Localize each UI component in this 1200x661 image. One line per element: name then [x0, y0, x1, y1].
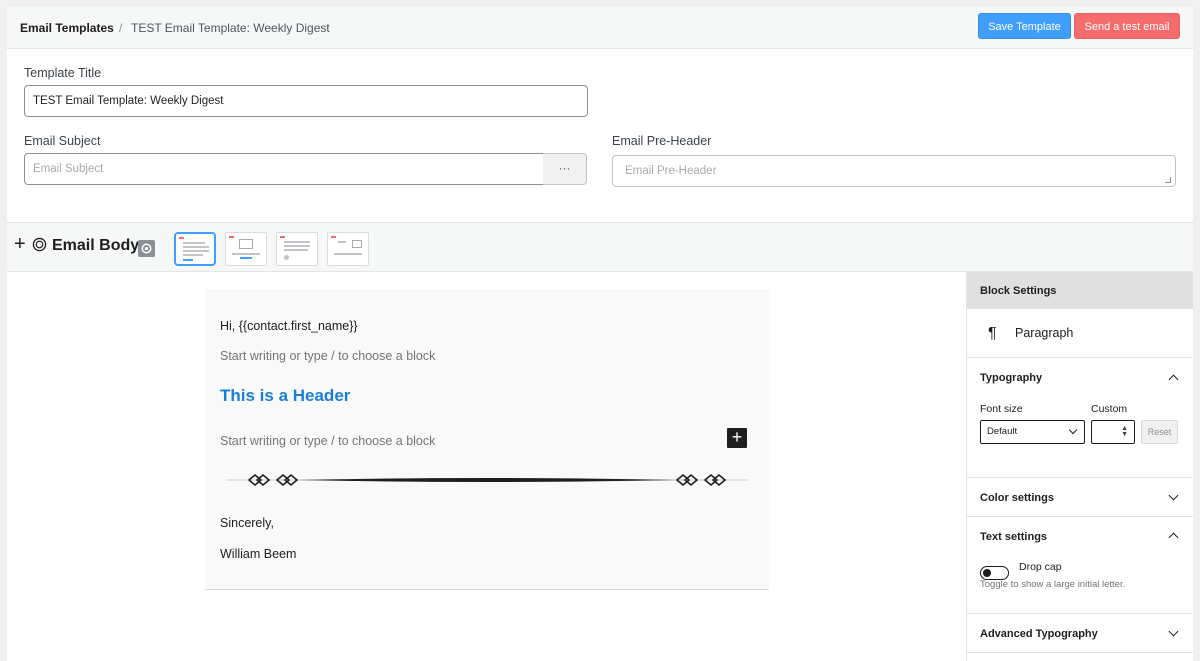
- custom-size-label: Custom: [1091, 403, 1128, 415]
- block-settings-title: Block Settings: [967, 272, 1193, 309]
- breadcrumb-separator: /: [119, 21, 123, 35]
- paragraph-placeholder[interactable]: Start writing or type / to choose a bloc…: [220, 349, 435, 363]
- advanced-typography-panel[interactable]: Advanced Typography: [967, 614, 1193, 653]
- template-title-input[interactable]: TEST Email Template: Weekly Digest: [24, 85, 588, 117]
- save-template-button[interactable]: Save Template: [978, 13, 1071, 39]
- font-size-value: Default: [987, 426, 1018, 437]
- typography-toggle[interactable]: Typography: [980, 372, 1042, 384]
- font-size-select[interactable]: Default: [980, 420, 1085, 444]
- subject-smartcode-button[interactable]: ···: [543, 153, 587, 185]
- settings-gear-icon[interactable]: [138, 240, 155, 257]
- custom-font-size-input[interactable]: ▲ ▼: [1091, 420, 1135, 444]
- layout-thumbnail-4[interactable]: [327, 232, 369, 266]
- spinner-icon[interactable]: ▲ ▼: [1121, 425, 1128, 438]
- block-settings-sidebar: Block Settings ¶ Paragraph Typography Fo…: [966, 272, 1193, 661]
- reset-font-size-button[interactable]: Reset: [1141, 420, 1178, 444]
- drop-cap-toggle[interactable]: [980, 566, 1009, 580]
- email-template-editor: Email Templates / TEST Email Template: W…: [7, 7, 1193, 661]
- email-subject-label: Email Subject: [24, 134, 101, 148]
- breadcrumb-email-templates[interactable]: Email Templates: [20, 21, 114, 35]
- resize-grip-icon[interactable]: [1165, 177, 1171, 183]
- drop-cap-help: Toggle to show a large initial letter.: [980, 579, 1126, 590]
- typography-panel: Typography Font size Custom: [967, 358, 1193, 478]
- toggle-knob: [983, 568, 991, 577]
- email-canvas[interactable]: Hi, {{contact.first_name}} Start writing…: [205, 289, 769, 590]
- chevron-down-icon[interactable]: [1168, 626, 1179, 637]
- email-preheader-placeholder: Email Pre-Header: [625, 165, 717, 177]
- add-block-icon[interactable]: +: [14, 234, 26, 254]
- chevron-up-icon[interactable]: [1168, 532, 1179, 543]
- inserter-add-button[interactable]: +: [727, 428, 747, 448]
- chevron-down-icon: [1068, 425, 1078, 435]
- email-preheader-input[interactable]: Email Pre-Header: [612, 155, 1176, 187]
- block-name: Paragraph: [1015, 326, 1074, 340]
- emoji-icon[interactable]: [32, 237, 47, 252]
- layout-thumbnail-2[interactable]: [225, 232, 267, 266]
- layout-thumbnail-3[interactable]: [276, 232, 318, 266]
- paragraph-icon: ¶: [988, 325, 997, 342]
- advanced-typography-toggle[interactable]: Advanced Typography: [980, 628, 1098, 640]
- email-heading[interactable]: This is a Header: [220, 386, 350, 406]
- email-body-toolbar: + Email Body: [7, 222, 1193, 272]
- greeting-paragraph[interactable]: Hi, {{contact.first_name}}: [220, 319, 358, 333]
- ornamental-divider[interactable]: [227, 473, 747, 487]
- breadcrumb-current: TEST Email Template: Weekly Digest: [131, 21, 330, 35]
- signature-paragraph[interactable]: William Beem: [220, 547, 296, 561]
- email-preheader-label: Email Pre-Header: [612, 134, 712, 148]
- closing-paragraph[interactable]: Sincerely,: [220, 516, 274, 530]
- header-bar: Email Templates / TEST Email Template: W…: [7, 7, 1193, 49]
- chevron-down-icon[interactable]: [1168, 490, 1179, 501]
- text-settings-toggle[interactable]: Text settings: [980, 531, 1047, 543]
- block-card: ¶ Paragraph: [967, 309, 1193, 358]
- color-settings-toggle[interactable]: Color settings: [980, 492, 1054, 504]
- template-title-label: Template Title: [24, 66, 102, 80]
- email-body-title: Email Body: [52, 237, 140, 254]
- email-subject-input[interactable]: Email Subject: [24, 153, 544, 185]
- drop-cap-label: Drop cap: [1019, 561, 1062, 573]
- layout-thumbnail-1[interactable]: [174, 232, 216, 266]
- font-size-label: Font size: [980, 403, 1023, 415]
- chevron-up-icon[interactable]: [1168, 374, 1179, 385]
- paragraph-placeholder[interactable]: Start writing or type / to choose a bloc…: [220, 434, 435, 448]
- color-settings-panel[interactable]: Color settings: [967, 478, 1193, 517]
- send-test-email-button[interactable]: Send a test email: [1074, 13, 1180, 39]
